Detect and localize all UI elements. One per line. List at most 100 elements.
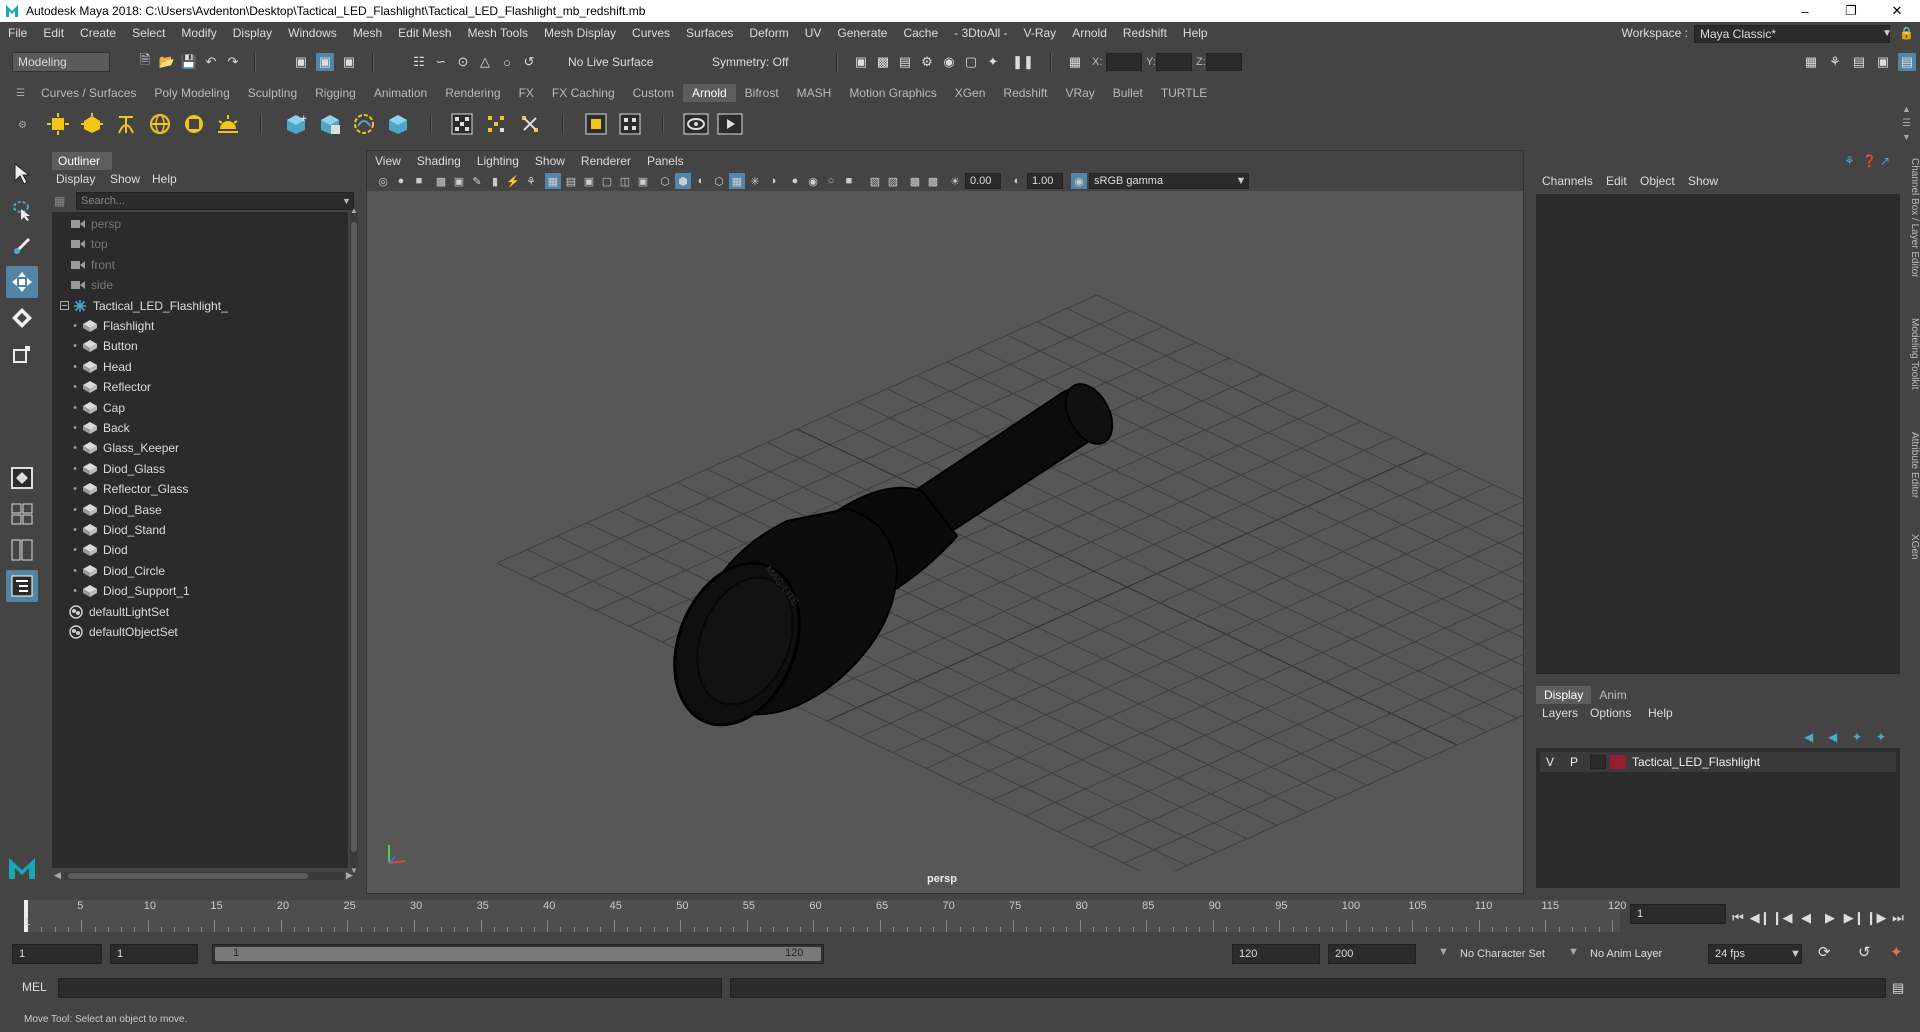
view-transform-dropdown[interactable]: sRGB gamma xyxy=(1089,173,1249,189)
layer-row[interactable]: V P Tactical_LED_Flashlight xyxy=(1540,752,1896,772)
shadows-icon[interactable]: ✳ xyxy=(747,173,763,189)
channels-menu[interactable]: Channels xyxy=(1542,174,1593,188)
shelf-tab-rigging[interactable]: Rigging xyxy=(306,84,365,102)
two-d-pan-icon[interactable]: ▣ xyxy=(451,173,467,189)
move-tool-icon[interactable] xyxy=(6,266,38,298)
physical-sky-icon[interactable] xyxy=(214,110,242,138)
z-field[interactable] xyxy=(1206,53,1242,71)
outliner-search-input[interactable]: Search... xyxy=(76,192,354,210)
ipr-render-icon[interactable]: ▤ xyxy=(896,53,914,71)
options-menu[interactable]: Options xyxy=(1590,706,1631,720)
shelf-tab-mash[interactable]: MASH xyxy=(788,84,841,102)
animation-start-field[interactable]: 1 xyxy=(12,944,102,964)
minimize-icon[interactable]: – xyxy=(1782,0,1828,22)
auto-key-icon[interactable]: ↺ xyxy=(1858,943,1871,963)
standin-icon[interactable]: + xyxy=(282,110,310,138)
scroll-left-icon[interactable]: ◀ xyxy=(54,870,61,881)
shelf-tab-motion-graphics[interactable]: Motion Graphics xyxy=(840,84,945,102)
select-component-icon[interactable]: ▣ xyxy=(340,53,358,71)
use-all-lights-icon[interactable]: ▦ xyxy=(729,173,745,189)
outliner-item[interactable]: • Cap xyxy=(70,398,125,418)
shelf-menu-icon[interactable]: ☰ xyxy=(16,88,25,99)
select-tool-icon[interactable] xyxy=(6,158,38,190)
shelf-tab-rendering[interactable]: Rendering xyxy=(436,84,509,102)
texture-manager-icon[interactable] xyxy=(516,110,544,138)
lock-icon[interactable]: 🔒 xyxy=(1899,26,1914,40)
shelf-options-icon[interactable]: ⚙ xyxy=(18,120,27,131)
outliner-item[interactable]: persp xyxy=(70,214,121,234)
menu-edit-mesh[interactable]: Edit Mesh xyxy=(390,26,459,40)
outliner-item[interactable]: • Head xyxy=(70,357,132,377)
transform-mode-icon[interactable]: ▦ xyxy=(1066,53,1084,71)
workspace-dropdown[interactable]: Maya Classic* xyxy=(1694,25,1890,43)
layer-playback-toggle[interactable]: P xyxy=(1566,755,1582,769)
tab-display[interactable]: Display xyxy=(1536,686,1592,704)
image-plane-icon[interactable]: ▩ xyxy=(433,173,449,189)
shelf-tab-turtle[interactable]: TURTLE xyxy=(1152,84,1216,102)
pause-icon[interactable]: ❚❚ xyxy=(1012,53,1034,71)
aov-editor-icon[interactable] xyxy=(582,110,610,138)
menu-help[interactable]: Help xyxy=(1175,26,1216,40)
menu-windows[interactable]: Windows xyxy=(280,26,345,40)
shelf-tab-sculpting[interactable]: Sculpting xyxy=(239,84,306,102)
range-bar[interactable]: 1 120 xyxy=(212,944,824,964)
shelf-tab-bifrost[interactable]: Bifrost xyxy=(736,84,788,102)
volume-icon[interactable] xyxy=(350,110,378,138)
safe-title-icon[interactable]: ▢ xyxy=(599,173,615,189)
shelf-tab-redshift[interactable]: Redshift xyxy=(994,84,1056,102)
outliner-menu-help[interactable]: Help xyxy=(152,172,177,186)
textured-icon[interactable]: ⬡ xyxy=(711,173,727,189)
viewport-menu-show[interactable]: Show xyxy=(527,154,573,168)
outliner-item[interactable]: top xyxy=(70,234,108,254)
snap-surface-icon[interactable]: ○ xyxy=(498,53,516,71)
skydome-light-icon[interactable] xyxy=(146,110,174,138)
default-material-icon[interactable]: ◐ xyxy=(693,173,709,189)
command-input[interactable] xyxy=(58,978,722,998)
motion-blur-icon[interactable]: ● xyxy=(787,173,803,189)
outliner-item[interactable]: • Button xyxy=(70,336,138,356)
shelf-scroll-down-icon[interactable]: ▼ xyxy=(1902,132,1911,142)
shelf-tab-vray[interactable]: VRay xyxy=(1056,84,1103,102)
x-field[interactable] xyxy=(1106,53,1142,71)
snap-point-icon[interactable]: ⊙ xyxy=(454,53,472,71)
menu-v-ray[interactable]: V-Ray xyxy=(1016,26,1065,40)
go-to-start-icon[interactable]: ⏮ xyxy=(1728,910,1748,926)
select-object-icon[interactable]: ▣ xyxy=(316,53,334,71)
outliner-item[interactable]: defaultLightSet xyxy=(68,602,169,622)
menu-select[interactable]: Select xyxy=(124,26,173,40)
grid-icon[interactable]: ▦ xyxy=(545,173,561,189)
grease-pencil-icon[interactable]: ✎ xyxy=(469,173,485,189)
sidebar-attribute-icon[interactable]: ▤ xyxy=(1850,53,1868,71)
shelf-tab-fx-caching[interactable]: FX Caching xyxy=(543,84,624,102)
move-layer-down-icon[interactable]: ◀ xyxy=(1828,730,1837,744)
render-view-icon[interactable]: ▣ xyxy=(852,53,870,71)
menu-edit[interactable]: Edit xyxy=(35,26,72,40)
shelf-tab-custom[interactable]: Custom xyxy=(624,84,683,102)
resolution-gate-icon[interactable]: ⚡ xyxy=(505,173,521,189)
single-perspective-view-icon[interactable] xyxy=(6,462,38,494)
snap-view-icon[interactable]: △ xyxy=(476,53,494,71)
play-forwards-icon[interactable]: ▶ xyxy=(1820,910,1840,926)
edit-menu[interactable]: Edit xyxy=(1606,174,1627,188)
select-hierarchy-icon[interactable]: ▣ xyxy=(292,53,310,71)
viewport-menu-panels[interactable]: Panels xyxy=(639,154,692,168)
menu-3dtoall[interactable]: - 3DtoAll - xyxy=(946,26,1015,40)
film-gate-icon[interactable]: ▮ xyxy=(487,173,503,189)
snap-live-icon[interactable]: ↺ xyxy=(520,53,538,71)
menu-redshift[interactable]: Redshift xyxy=(1115,26,1175,40)
menu-mesh-display[interactable]: Mesh Display xyxy=(536,26,624,40)
sidebar-channel-box-icon[interactable]: ▤ xyxy=(1898,53,1916,71)
xray-icon[interactable]: ▧ xyxy=(867,173,883,189)
render-view-shelf-icon[interactable] xyxy=(448,110,476,138)
outliner-item[interactable]: • Diod_Base xyxy=(70,500,162,520)
side-tab-channel-box[interactable]: Channel Box / Layer Editor xyxy=(1906,158,1920,278)
light-editor-icon[interactable]: ✦ xyxy=(984,53,1002,71)
outliner-item[interactable]: • Glass_Keeper xyxy=(70,438,179,458)
outliner-item[interactable]: • Diod_Glass xyxy=(70,459,165,479)
smooth-shade-all-icon[interactable]: ⬢ xyxy=(675,173,691,189)
scroll-right-icon[interactable]: ▶ xyxy=(346,870,353,881)
move-layer-up-icon[interactable]: ◀ xyxy=(1804,730,1813,744)
shelf-scroll-up-icon[interactable]: ▲ xyxy=(1902,104,1911,114)
layers-menu[interactable]: Layers xyxy=(1542,706,1578,720)
outliner-menu-show[interactable]: Show xyxy=(110,172,140,186)
